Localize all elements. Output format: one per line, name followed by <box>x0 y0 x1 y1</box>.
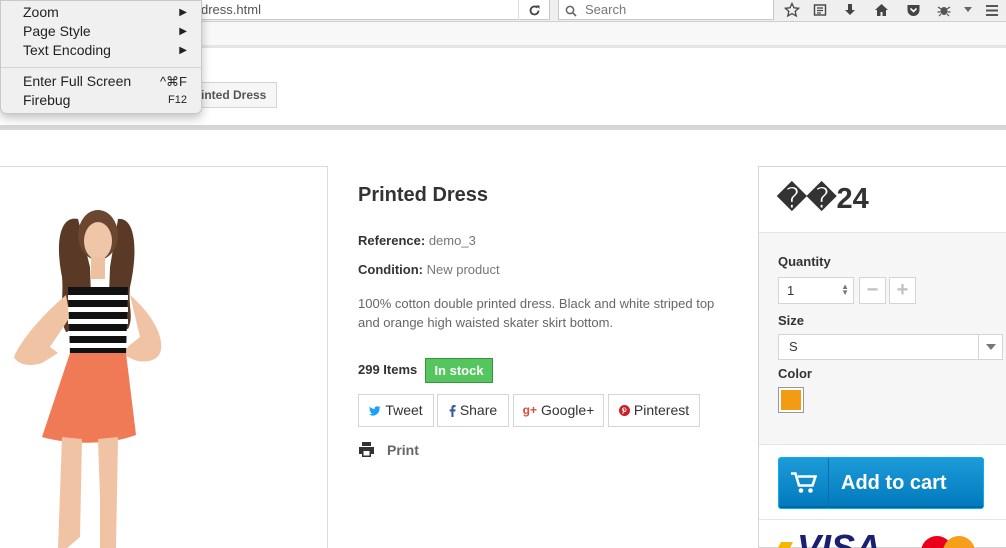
quantity-decrease-button[interactable]: − <box>859 277 886 304</box>
home-icon[interactable] <box>871 1 891 19</box>
menu-item-label: Zoom <box>23 4 59 20</box>
cart-icon <box>779 458 829 508</box>
product-image[interactable] <box>0 166 328 548</box>
menu-item-zoom[interactable]: Zoom ▶ <box>1 3 201 22</box>
payment-cards: VISA <box>759 519 1006 548</box>
print-icon <box>359 442 374 457</box>
url-text: dress.html <box>201 2 261 17</box>
menu-item-label: Page Style <box>23 23 91 39</box>
google-plus-button[interactable]: g+ Google+ <box>513 394 604 427</box>
google-plus-icon: g+ <box>522 403 537 417</box>
product-condition: Condition: New product <box>358 262 500 277</box>
tweet-button[interactable]: Tweet <box>358 394 434 427</box>
chevron-down-icon <box>978 335 1002 359</box>
size-select[interactable]: S <box>778 334 1003 360</box>
menu-separator <box>1 67 201 68</box>
menu-shortcut: ^⌘F <box>159 74 187 89</box>
reading-list-icon[interactable] <box>810 1 830 19</box>
tweet-label: Tweet <box>385 402 423 418</box>
submenu-arrow-icon: ▶ <box>179 26 187 37</box>
product-description: 100% cotton double printed dress. Black … <box>358 296 715 330</box>
swatch-fill <box>781 390 801 410</box>
print-label: Print <box>387 441 419 458</box>
twitter-icon <box>369 405 381 416</box>
quantity-label: Quantity <box>778 254 831 269</box>
color-label: Color <box>778 366 812 381</box>
visa-mastercard-logos: VISA <box>778 527 975 548</box>
submenu-arrow-icon: ▶ <box>179 45 187 56</box>
items-count: 299 Items <box>358 362 418 377</box>
bookmark-star-icon[interactable] <box>782 1 802 19</box>
spin-arrows-icon[interactable]: ▲ ▼ <box>841 283 849 297</box>
size-label: Size <box>778 313 805 328</box>
size-value: S <box>789 339 798 354</box>
quantity-value: 1 <box>787 283 795 298</box>
condition-label: Condition: <box>358 262 423 277</box>
menu-item-text-encoding[interactable]: Text Encoding ▶ <box>1 41 201 60</box>
pinterest-icon <box>618 405 630 416</box>
print-link[interactable]: Print <box>358 441 419 458</box>
product-reference: Reference: demo_3 <box>358 233 476 248</box>
share-label: Share <box>459 402 498 418</box>
add-to-cart-button[interactable]: Add to cart <box>778 457 984 509</box>
google-plus-label: Google+ <box>541 402 595 418</box>
quantity-input[interactable]: 1 ▲ ▼ <box>778 277 854 304</box>
breadcrumb-current: inted Dress <box>201 88 267 102</box>
search-icon <box>565 3 577 22</box>
reference-value: demo_3 <box>428 233 476 248</box>
hamburger-menu-icon[interactable] <box>982 1 1002 19</box>
svg-text:VISA: VISA <box>797 527 881 548</box>
buy-box: ��24 Quantity 1 ▲ ▼ − + Size S Color Add … <box>758 166 1006 548</box>
price-header: ��24 <box>759 167 1006 233</box>
menu-item-full-screen[interactable]: Enter Full Screen ^⌘F <box>1 72 201 91</box>
menu-item-firebug[interactable]: Firebug F12 <box>1 91 201 110</box>
plus-icon: + <box>896 279 909 301</box>
view-menu: Zoom ▶ Page Style ▶ Text Encoding ▶ Ente… <box>0 0 202 114</box>
firebug-icon[interactable] <box>934 1 954 19</box>
menu-item-label: Enter Full Screen <box>23 73 132 89</box>
browser-search-input[interactable]: Search <box>558 0 774 20</box>
minus-icon: − <box>866 279 879 301</box>
menu-item-page-style[interactable]: Page Style ▶ <box>1 22 201 41</box>
facebook-share-button[interactable]: Share <box>437 394 509 427</box>
product-photo <box>14 210 162 548</box>
product-price: ��24 <box>777 183 869 215</box>
condition-value: New product <box>426 262 500 277</box>
search-placeholder: Search <box>585 2 627 17</box>
download-icon[interactable] <box>840 1 860 19</box>
quantity-increase-button[interactable]: + <box>889 277 916 304</box>
reference-label: Reference: <box>358 233 426 248</box>
reload-icon[interactable] <box>518 0 550 20</box>
facebook-icon <box>449 404 456 417</box>
add-to-cart-label: Add to cart <box>841 472 947 494</box>
pinterest-button[interactable]: Pinterest <box>608 394 700 427</box>
firebug-dropdown-icon[interactable] <box>958 1 978 19</box>
product-title: Printed Dress <box>358 184 489 206</box>
color-swatch-orange[interactable] <box>778 387 804 413</box>
pocket-icon[interactable] <box>903 1 923 19</box>
submenu-arrow-icon: ▶ <box>179 7 187 18</box>
pinterest-label: Pinterest <box>633 402 690 418</box>
stock-badge: In stock <box>425 358 493 383</box>
menu-item-label: Text Encoding <box>23 42 111 58</box>
menu-shortcut: F12 <box>168 94 187 106</box>
menu-item-label: Firebug <box>23 92 71 108</box>
